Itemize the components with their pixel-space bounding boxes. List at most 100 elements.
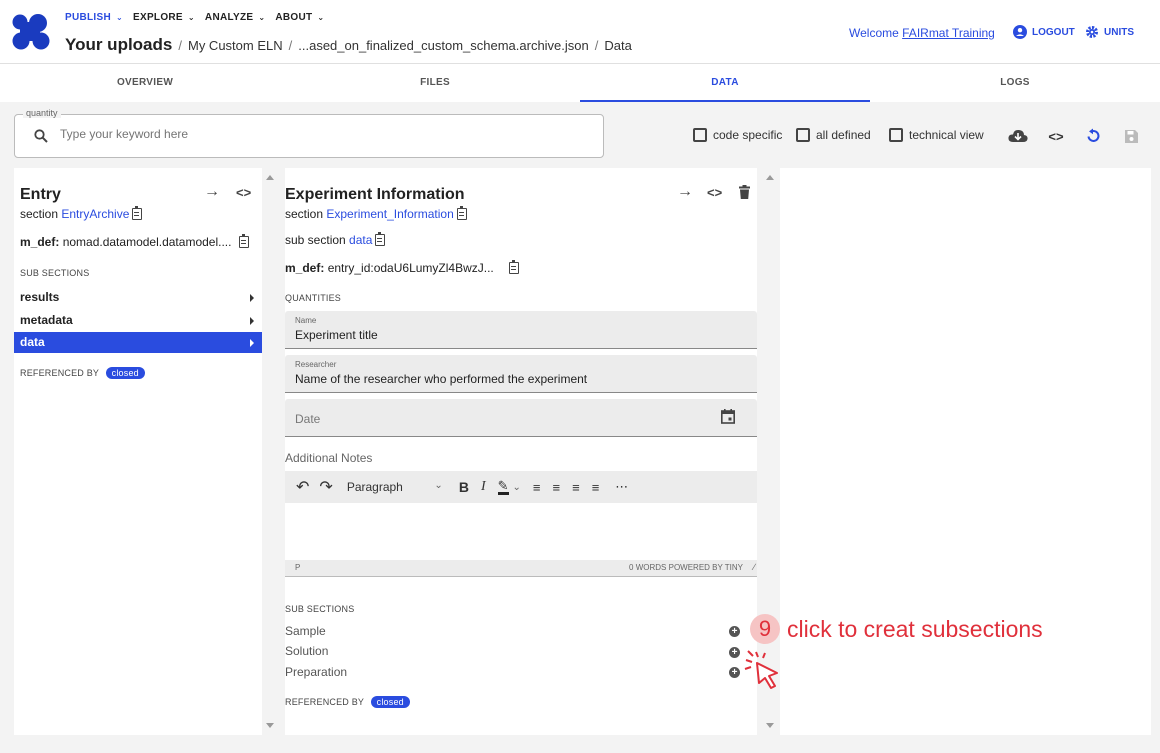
- chevron-right-icon: [250, 317, 254, 325]
- all-defined-checkbox[interactable]: all defined: [796, 128, 871, 142]
- user-link[interactable]: FAIRmat Training: [902, 26, 995, 40]
- download-button[interactable]: [1008, 126, 1028, 146]
- click-cursor-icon: [744, 650, 778, 689]
- name-label: Name: [295, 316, 317, 325]
- experiment-section: section Experiment_Information: [285, 206, 467, 221]
- entry-mdef: m_def: nomad.datamodel.datamodel....: [20, 235, 232, 249]
- redo-icon[interactable]: ↷: [319, 477, 332, 497]
- align-right-icon[interactable]: ≡: [572, 480, 580, 495]
- bold-icon[interactable]: B: [459, 479, 469, 495]
- menu-analyze[interactable]: ANALYZE ⌄: [205, 12, 265, 23]
- add-solution-button[interactable]: +: [729, 647, 740, 658]
- tab-logs[interactable]: LOGS: [870, 64, 1160, 102]
- menu-about[interactable]: ABOUT ⌄: [275, 12, 324, 23]
- editor-toolbar: ↶ ↷ Paragraph ⌄ B I ✎ ⌄ ≡ ≡ ≡ ≡ ⋯: [285, 471, 757, 503]
- search-label: quantity: [23, 108, 61, 118]
- code-specific-checkbox[interactable]: code specific: [693, 128, 782, 142]
- researcher-label: Researcher: [295, 360, 337, 369]
- save-button[interactable]: [1121, 126, 1141, 146]
- logout-button[interactable]: LOGOUT: [1013, 25, 1075, 39]
- units-button[interactable]: UNITS: [1085, 25, 1134, 39]
- breadcrumb-root[interactable]: Your uploads: [65, 35, 172, 55]
- quantities-title: QUANTITIES: [285, 293, 342, 303]
- tab-overview[interactable]: OVERVIEW: [0, 64, 290, 102]
- tab-bar: OVERVIEW FILES DATA LOGS: [0, 64, 1160, 102]
- align-center-icon[interactable]: ≡: [553, 480, 561, 495]
- date-field[interactable]: Date: [285, 399, 757, 437]
- resize-handle-icon[interactable]: ∕: [753, 562, 755, 572]
- chevron-down-icon: ⌄: [258, 13, 266, 22]
- researcher-field[interactable]: Researcher Name of the researcher who pe…: [285, 355, 757, 393]
- section-link[interactable]: Experiment_Information: [326, 207, 453, 221]
- quantity-search-field[interactable]: quantity: [14, 108, 604, 158]
- search-input[interactable]: [60, 127, 560, 141]
- chevron-down-icon: ⌄: [187, 13, 195, 22]
- gear-icon: [1086, 26, 1098, 38]
- subsection-link[interactable]: data: [349, 233, 372, 247]
- clipboard-icon[interactable]: [239, 234, 249, 248]
- tab-data[interactable]: DATA: [580, 64, 870, 102]
- clipboard-icon[interactable]: [375, 232, 386, 246]
- closed-chip[interactable]: closed: [370, 696, 410, 708]
- code-icon[interactable]: <>: [707, 185, 722, 200]
- entry-panel: Entry → <> section EntryArchive m_def: n…: [14, 168, 262, 735]
- more-icon[interactable]: ⋯: [615, 479, 628, 495]
- add-preparation-button[interactable]: +: [729, 667, 740, 678]
- sidebar-item-metadata[interactable]: metadata: [14, 310, 262, 331]
- breadcrumb-item: Data: [604, 38, 632, 53]
- top-menu: PUBLISH ⌄ EXPLORE ⌄ ANALYZE ⌄ ABOUT ⌄: [65, 12, 324, 23]
- align-left-icon[interactable]: ≡: [533, 480, 541, 495]
- experiment-mdef: m_def: entry_id:odaU6LumyZl4BwzJ...: [285, 260, 520, 275]
- chevron-down-icon[interactable]: ⌄: [513, 482, 521, 493]
- checkbox-icon[interactable]: [796, 128, 810, 142]
- italic-icon[interactable]: I: [481, 479, 486, 495]
- code-view-button[interactable]: <>: [1046, 126, 1066, 146]
- researcher-value[interactable]: Name of the researcher who performed the…: [295, 372, 587, 386]
- checkbox-icon[interactable]: [693, 128, 707, 142]
- chevron-down-icon: ⌄: [434, 480, 443, 491]
- annotation-step-number: 9: [750, 614, 780, 644]
- clipboard-icon[interactable]: [132, 206, 143, 220]
- chevron-right-icon: [250, 294, 254, 302]
- navigate-arrow-icon[interactable]: →: [204, 183, 220, 201]
- menu-publish[interactable]: PUBLISH ⌄: [65, 12, 123, 23]
- clipboard-icon[interactable]: [509, 260, 520, 274]
- paragraph-select[interactable]: Paragraph ⌄: [347, 480, 443, 494]
- checkbox-icon[interactable]: [889, 128, 903, 142]
- editor-status-bar: P 0 WORDS POWERED BY TINY ∕: [285, 560, 757, 576]
- breadcrumb-item[interactable]: ...ased_on_finalized_custom_schema.archi…: [298, 38, 589, 53]
- technical-view-checkbox[interactable]: technical view: [889, 128, 984, 142]
- highlight-icon[interactable]: ✎: [497, 479, 509, 495]
- delete-icon[interactable]: [739, 185, 750, 199]
- breadcrumb-item[interactable]: My Custom ELN: [188, 38, 283, 53]
- calendar-icon[interactable]: [721, 409, 735, 424]
- experiment-title: Experiment Information: [285, 186, 465, 203]
- nomad-logo-icon[interactable]: [12, 14, 50, 50]
- name-field[interactable]: Name Experiment title: [285, 311, 757, 349]
- app-header: PUBLISH ⌄ EXPLORE ⌄ ANALYZE ⌄ ABOUT ⌄ Your u…: [0, 0, 1160, 64]
- sidebar-item-data[interactable]: data: [14, 332, 262, 353]
- welcome-text: Welcome FAIRmat Training: [849, 26, 995, 40]
- sidebar-item-results[interactable]: results: [14, 287, 262, 308]
- rich-text-editor[interactable]: ↶ ↷ Paragraph ⌄ B I ✎ ⌄ ≡ ≡ ≡ ≡ ⋯ P 0 WO…: [285, 471, 757, 577]
- code-icon[interactable]: <>: [236, 185, 251, 200]
- chevron-down-icon: ⌄: [317, 13, 325, 22]
- undo-icon[interactable]: ↶: [296, 477, 309, 497]
- menu-explore[interactable]: EXPLORE ⌄: [133, 12, 195, 23]
- entry-section: section EntryArchive: [20, 206, 143, 221]
- tab-files[interactable]: FILES: [290, 64, 580, 102]
- clipboard-icon[interactable]: [456, 206, 467, 220]
- scrollbar[interactable]: [263, 168, 277, 735]
- align-justify-icon[interactable]: ≡: [592, 480, 600, 495]
- subsection-solution: Solution: [285, 644, 329, 658]
- closed-chip[interactable]: closed: [105, 367, 145, 379]
- save-icon: [1124, 129, 1138, 143]
- reload-button[interactable]: [1083, 126, 1103, 146]
- navigate-arrow-icon[interactable]: →: [677, 183, 693, 201]
- name-value[interactable]: Experiment title: [295, 328, 378, 342]
- chevron-right-icon: [250, 339, 254, 347]
- add-sample-button[interactable]: +: [729, 626, 740, 637]
- chevron-down-icon: ⌄: [116, 13, 124, 22]
- experiment-subsection: sub section data: [285, 232, 386, 247]
- section-link[interactable]: EntryArchive: [61, 207, 129, 221]
